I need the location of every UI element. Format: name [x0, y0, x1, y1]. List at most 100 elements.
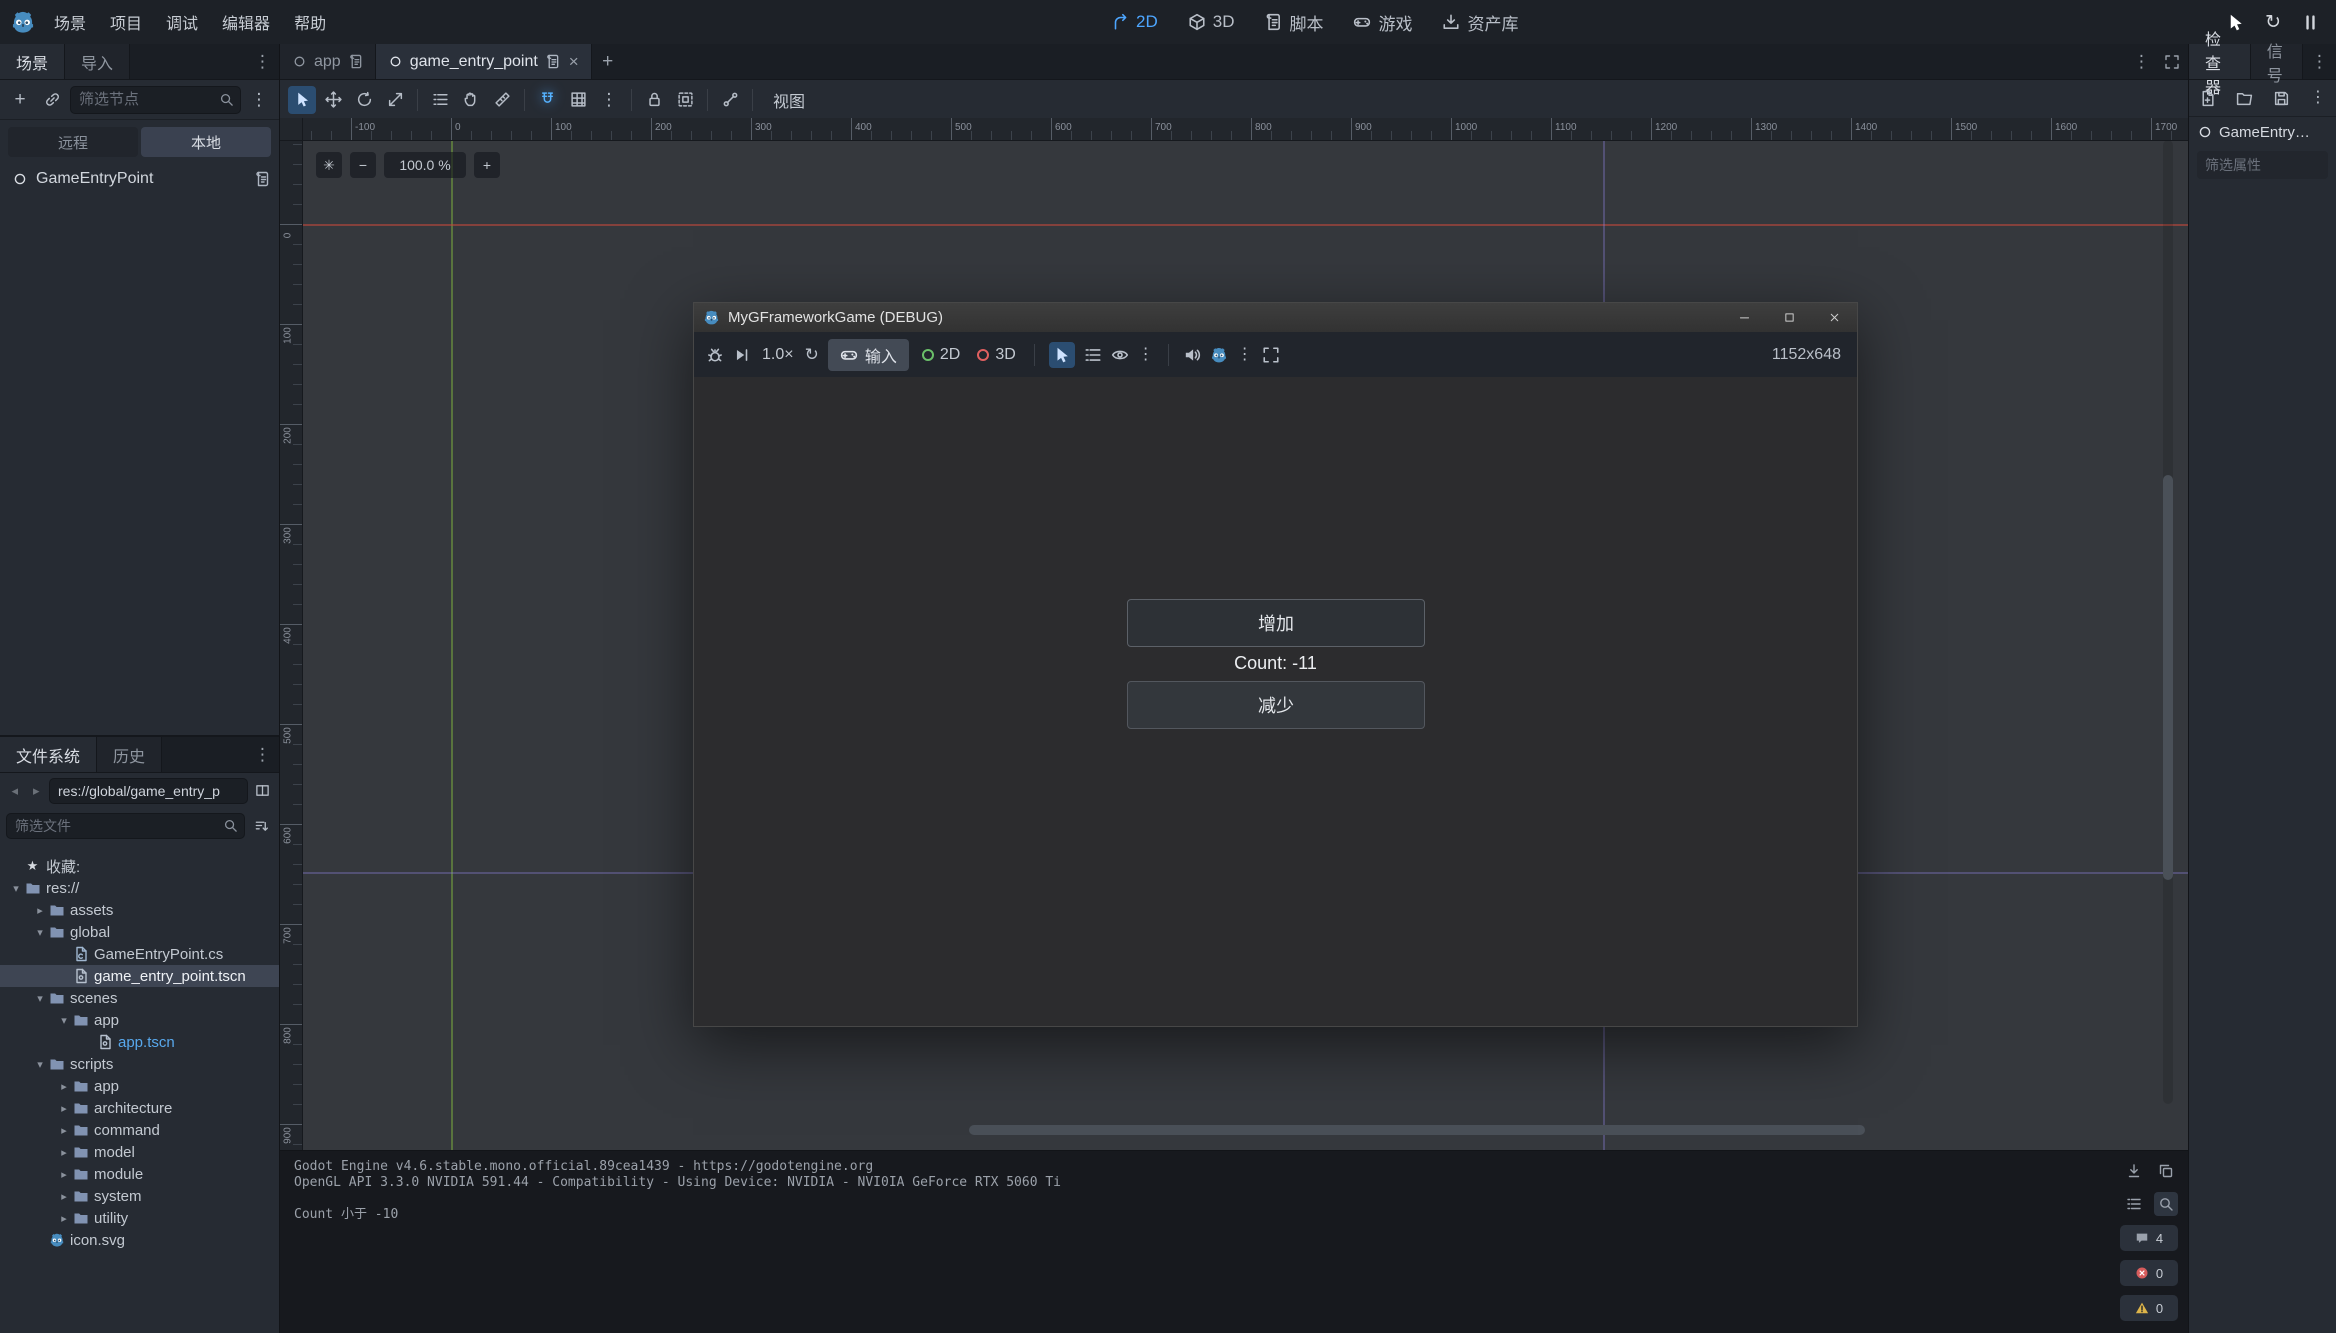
ruler-tool-button[interactable]: [488, 86, 516, 114]
camera-2d-toggle[interactable]: 2D: [918, 346, 964, 364]
scene-tree-root-node[interactable]: GameEntryPoint: [0, 164, 279, 194]
camera-override-icon[interactable]: [1210, 346, 1228, 364]
speed-multiplier-label[interactable]: 1.0×: [760, 346, 796, 364]
local-button[interactable]: 本地: [141, 127, 271, 157]
scene-tree-menu-icon[interactable]: ⋮: [245, 86, 273, 114]
scene-tabs-menu-icon[interactable]: ⋮: [2133, 52, 2150, 72]
workspace-脚本[interactable]: 脚本: [1253, 5, 1334, 40]
canvas-2d[interactable]: ✳ − 100.0 % + MyGFrameworkGame (DEBUG): [302, 140, 2188, 1150]
fs-item-architecture[interactable]: ▸architecture: [0, 1097, 279, 1119]
new-scene-tab-button[interactable]: +: [592, 44, 624, 79]
visibility-icon[interactable]: [1111, 346, 1129, 364]
v-scrollbar-thumb[interactable]: [2163, 475, 2173, 880]
tree-collapse-icon[interactable]: ▸: [56, 1190, 72, 1203]
fs-item-game_entry_point.tscn[interactable]: game_entry_point.tscn: [0, 965, 279, 987]
tree-collapse-icon[interactable]: ▾: [32, 1058, 48, 1071]
fs-item-icon.svg[interactable]: icon.svg: [0, 1229, 279, 1251]
tree-collapse-icon[interactable]: ▸: [56, 1212, 72, 1225]
tab-信号[interactable]: 信号: [2251, 44, 2303, 79]
close-window-icon[interactable]: [1812, 303, 1857, 332]
new-resource-icon[interactable]: [2199, 90, 2216, 107]
select-tool-button[interactable]: [288, 86, 316, 114]
tree-collapse-icon[interactable]: ▾: [32, 992, 48, 1005]
tree-collapse-icon[interactable]: ▸: [56, 1146, 72, 1159]
current-path-field[interactable]: [49, 778, 248, 804]
grid-toggle-icon[interactable]: ✳: [316, 152, 342, 178]
inspector-menu-icon[interactable]: ⋮: [2310, 90, 2326, 106]
h-scrollbar-thumb[interactable]: [969, 1125, 1865, 1135]
workspace-2D[interactable]: 2D: [1100, 7, 1169, 37]
skeleton-menu-button[interactable]: [716, 86, 744, 114]
fs-item-utility[interactable]: ▸utility: [0, 1207, 279, 1229]
snap-options-menu-icon[interactable]: ⋮: [595, 86, 623, 114]
restart-game-icon[interactable]: ↻: [2265, 13, 2281, 32]
game-select-mode-button[interactable]: [1049, 342, 1075, 368]
fs-item-model[interactable]: ▸model: [0, 1141, 279, 1163]
filter-files-input[interactable]: [6, 813, 245, 839]
game-window-titlebar[interactable]: MyGFrameworkGame (DEBUG): [694, 303, 1857, 332]
tree-collapse-icon[interactable]: ▾: [56, 1014, 72, 1027]
filter-properties-input[interactable]: 筛选属性: [2197, 151, 2328, 179]
menu-帮助[interactable]: 帮助: [282, 0, 338, 44]
maximize-icon[interactable]: [1767, 303, 1812, 332]
scene-tab-game-entry-point[interactable]: game_entry_point ×: [376, 44, 592, 79]
fs-item-system[interactable]: ▸system: [0, 1185, 279, 1207]
log-filter-icon[interactable]: [2122, 1192, 2146, 1216]
tab-检查器[interactable]: 检查器: [2189, 44, 2251, 79]
save-resource-icon[interactable]: [2273, 90, 2290, 107]
embed-fullscreen-icon[interactable]: [1262, 346, 1280, 364]
view-menu-button[interactable]: 视图: [761, 88, 817, 112]
move-tool-button[interactable]: [319, 86, 347, 114]
menu-调试[interactable]: 调试: [154, 0, 210, 44]
tab-场景[interactable]: 场景: [0, 44, 65, 79]
tree-collapse-icon[interactable]: ▸: [56, 1124, 72, 1137]
fs-item-res://[interactable]: ▾res://: [0, 877, 279, 899]
fs-item-assets[interactable]: ▸assets: [0, 899, 279, 921]
scene-tab-app[interactable]: app: [280, 44, 376, 79]
close-tab-icon[interactable]: ×: [569, 52, 579, 72]
tree-collapse-icon[interactable]: ▸: [56, 1080, 72, 1093]
load-resource-icon[interactable]: [2236, 90, 2253, 107]
zoom-out-button[interactable]: −: [350, 152, 376, 178]
more-options-icon[interactable]: ⋮: [1237, 347, 1253, 363]
decrease-button[interactable]: 减少: [1127, 681, 1425, 729]
pause-game-icon[interactable]: [2301, 13, 2320, 32]
camera-3d-toggle[interactable]: 3D: [973, 346, 1019, 364]
log-search-icon[interactable]: [2154, 1192, 2178, 1216]
tab-文件系统[interactable]: 文件系统: [0, 737, 97, 772]
audio-mute-icon[interactable]: [1183, 346, 1201, 364]
selection-options-icon[interactable]: ⋮: [1138, 347, 1154, 363]
node-list-button[interactable]: [426, 86, 454, 114]
fs-item-scenes[interactable]: ▾scenes: [0, 987, 279, 1009]
scroll-to-bottom-icon[interactable]: [2122, 1159, 2146, 1183]
fs-item-app[interactable]: ▾app: [0, 1009, 279, 1031]
fs-item-app.tscn[interactable]: app.tscn: [0, 1031, 279, 1053]
restart-icon[interactable]: ↻: [805, 346, 819, 363]
node-picker-icon[interactable]: [1084, 346, 1102, 364]
inspected-node-row[interactable]: GameEntryPoint: [2189, 117, 2336, 147]
file-sort-icon[interactable]: [249, 814, 273, 838]
scene-dock-menu-icon[interactable]: ⋮: [246, 44, 279, 79]
smart-snap-toggle[interactable]: [533, 86, 561, 114]
split-mode-icon[interactable]: [252, 779, 273, 803]
pan-tool-button[interactable]: [457, 86, 485, 114]
tree-collapse-icon[interactable]: ▾: [32, 926, 48, 939]
remote-button[interactable]: 远程: [8, 127, 138, 157]
increase-button[interactable]: 增加: [1127, 599, 1425, 647]
zoom-level-label[interactable]: 100.0 %: [384, 152, 466, 178]
fs-item-global[interactable]: ▾global: [0, 921, 279, 943]
rotate-tool-button[interactable]: [350, 86, 378, 114]
tab-历史[interactable]: 历史: [97, 737, 162, 772]
fs-item-GameEntryPoint.cs[interactable]: GameEntryPoint.cs: [0, 943, 279, 965]
open-script-icon[interactable]: [254, 171, 271, 188]
messages-badge[interactable]: 4: [2120, 1225, 2178, 1251]
tree-collapse-icon[interactable]: ▾: [8, 882, 24, 895]
zoom-in-button[interactable]: +: [474, 152, 500, 178]
scale-tool-button[interactable]: [381, 86, 409, 114]
menu-编辑器[interactable]: 编辑器: [210, 0, 282, 44]
warnings-badge[interactable]: 0: [2120, 1295, 2178, 1321]
workspace-3D[interactable]: 3D: [1177, 7, 1246, 37]
fs-item-收藏:[interactable]: ★收藏:: [0, 855, 279, 877]
fs-item-module[interactable]: ▸module: [0, 1163, 279, 1185]
fs-item-scripts[interactable]: ▾scripts: [0, 1053, 279, 1075]
